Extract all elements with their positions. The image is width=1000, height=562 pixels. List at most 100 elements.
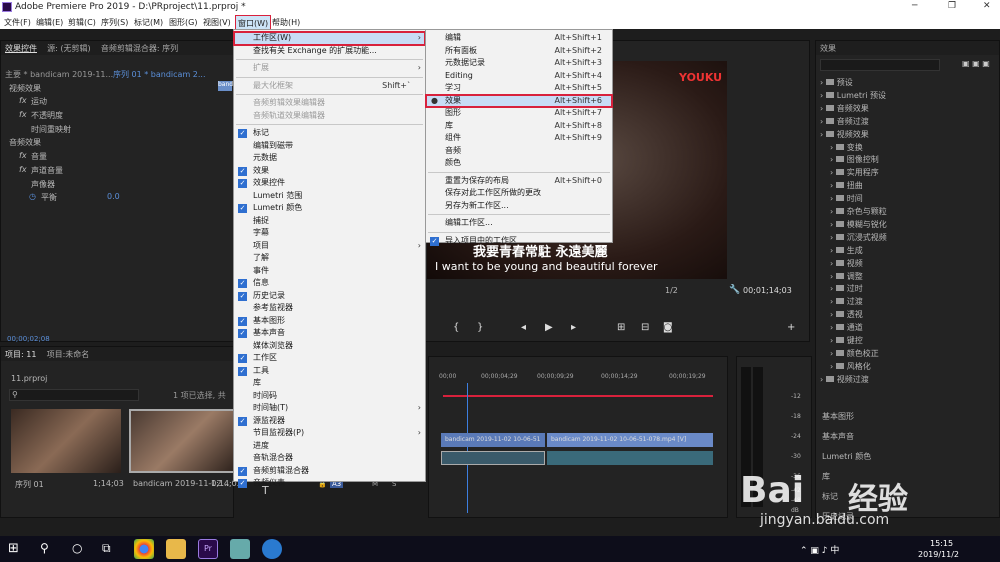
- effects-tree-item[interactable]: › 透视: [830, 309, 863, 320]
- time-remap-label[interactable]: 时间重映射: [31, 124, 71, 135]
- playhead[interactable]: [467, 383, 468, 513]
- tab-source[interactable]: 源: (无剪辑): [47, 44, 90, 53]
- window-menu-item[interactable]: 项目 ›: [234, 240, 425, 253]
- menu-file[interactable]: 文件(F): [4, 17, 31, 28]
- workspace-item[interactable]: 重置为保存的布局 Alt+Shift+0: [426, 175, 612, 188]
- effects-tree-item[interactable]: › 视频: [830, 258, 863, 269]
- bandicam-icon[interactable]: [262, 539, 282, 559]
- step-back-icon[interactable]: ◂: [521, 322, 526, 333]
- window-menu-item[interactable]: 了解: [234, 252, 425, 265]
- workspace-item[interactable]: 元数据记录 Alt+Shift+3: [426, 57, 612, 70]
- workspace-item[interactable]: 音频: [426, 145, 612, 158]
- effects-tree-item[interactable]: › 音频效果: [820, 103, 869, 114]
- window-menu-item[interactable]: 进度: [234, 440, 425, 453]
- menu-clip[interactable]: 剪辑(C): [68, 17, 96, 28]
- window-menu-item[interactable]: Lumetri 范围: [234, 190, 425, 203]
- window-menu-item[interactable]: 时间码: [234, 390, 425, 403]
- effects-tree-item[interactable]: › 过时: [830, 283, 863, 294]
- window-menu-item[interactable]: 库: [234, 377, 425, 390]
- audio-clip-2[interactable]: [547, 451, 713, 465]
- window-menu-item[interactable]: ✓ 基本声音: [234, 327, 425, 340]
- minimize-button[interactable]: ─: [912, 1, 917, 11]
- volume-label[interactable]: 音量: [31, 151, 47, 162]
- effects-tree-item[interactable]: › 时间: [830, 193, 863, 204]
- task-view-icon[interactable]: ⧉: [102, 541, 111, 556]
- effects-tree-item[interactable]: › 风格化: [830, 361, 871, 372]
- window-menu-item[interactable]: ✓ 基本图形: [234, 315, 425, 328]
- app-icon[interactable]: [230, 539, 250, 559]
- file-explorer-icon[interactable]: [166, 539, 186, 559]
- mark-out-icon[interactable]: }: [477, 322, 483, 333]
- window-menu-item[interactable]: ✓ 音频剪辑混合器: [234, 465, 425, 478]
- lift-icon[interactable]: ⊞: [617, 322, 625, 333]
- menu-edit[interactable]: 编辑(E): [36, 17, 63, 28]
- window-menu-item[interactable]: ✓ 音频仪表: [234, 477, 425, 490]
- close-button[interactable]: ✕: [983, 1, 991, 11]
- effects-tree-item[interactable]: › 视频过渡: [820, 374, 869, 385]
- panner-label[interactable]: 声像器: [31, 179, 55, 190]
- effects-tree-item[interactable]: › 实用程序: [830, 167, 879, 178]
- effects-tree-item[interactable]: › 模糊与锐化: [830, 219, 887, 230]
- opacity-label[interactable]: 不透明度: [31, 110, 63, 121]
- tab-project[interactable]: 项目: 11: [5, 350, 36, 359]
- workspace-item[interactable]: 另存为新工作区...: [426, 200, 612, 213]
- chrome-icon[interactable]: [134, 539, 154, 559]
- menu-graphics[interactable]: 图形(G): [169, 17, 197, 28]
- window-menu-item[interactable]: 事件: [234, 265, 425, 278]
- project-search-input[interactable]: ⚲: [9, 389, 139, 401]
- effects-tree-item[interactable]: › 杂色与颗粒: [830, 206, 887, 217]
- window-menu-item[interactable]: ✓ 历史记录: [234, 290, 425, 303]
- effects-tree-item[interactable]: › 通道: [830, 322, 863, 333]
- effects-tree-item[interactable]: › 过渡: [830, 296, 863, 307]
- window-menu-item[interactable]: ✓ 工具: [234, 365, 425, 378]
- effects-tree-item[interactable]: › 扭曲: [830, 180, 863, 191]
- ec-timecode[interactable]: 00;00;02;08: [7, 335, 50, 343]
- window-menu-item[interactable]: 工作区(W) ›: [233, 31, 426, 46]
- effects-view-icons[interactable]: ▣ ▣ ▣: [962, 59, 990, 68]
- lumetri-color-label[interactable]: Lumetri 颜色: [822, 451, 871, 462]
- window-menu-item[interactable]: ✓ Lumetri 颜色: [234, 202, 425, 215]
- libraries-label[interactable]: 库: [822, 471, 830, 482]
- workspace-item[interactable]: Editing Alt+Shift+4: [426, 70, 612, 83]
- premiere-taskbar-icon[interactable]: Pr: [198, 539, 218, 559]
- workspace-item[interactable]: 组件 Alt+Shift+9: [426, 132, 612, 145]
- effects-tree-item[interactable]: › 颜色校正: [830, 348, 879, 359]
- essential-sound-label[interactable]: 基本声音: [822, 431, 854, 442]
- window-menu-item[interactable]: 编辑到磁带: [234, 140, 425, 153]
- markers-label[interactable]: 标记: [822, 491, 838, 502]
- windows-start-icon[interactable]: ⊞: [8, 541, 19, 556]
- workspace-item[interactable]: ● 效果 Alt+Shift+6: [425, 93, 613, 108]
- window-menu-item[interactable]: 媒体浏览器: [234, 340, 425, 353]
- effects-tree-item[interactable]: › 调整: [830, 271, 863, 282]
- effects-tree-item[interactable]: › 图像控制: [830, 154, 879, 165]
- maximize-button[interactable]: ❐: [948, 1, 956, 11]
- menu-help[interactable]: 帮助(H): [272, 17, 300, 28]
- search-icon[interactable]: ⚲: [40, 541, 49, 555]
- window-menu-item[interactable]: 音轨混合器: [234, 452, 425, 465]
- tab-project-untitled[interactable]: 项目:未命名: [47, 350, 90, 359]
- add-button-icon[interactable]: +: [787, 322, 795, 333]
- window-menu-item[interactable]: 字幕: [234, 227, 425, 240]
- workspace-item[interactable]: 图形 Alt+Shift+7: [426, 107, 612, 120]
- window-menu-item[interactable]: 查找有关 Exchange 的扩展功能...: [234, 45, 425, 58]
- audio-clip-1[interactable]: [441, 451, 545, 465]
- program-timecode[interactable]: 00;01;14;03: [743, 286, 792, 295]
- tab-audio-clip-mixer[interactable]: 音频剪辑混合器: 序列: [101, 44, 178, 53]
- workspace-item[interactable]: 所有面板 Alt+Shift+2: [426, 45, 612, 58]
- tab-effect-controls[interactable]: 效果控件: [5, 44, 37, 53]
- window-menu-item[interactable]: 节目监视器(P) ›: [234, 427, 425, 440]
- time-ruler[interactable]: 00;00 00;00;04;29 00;00;09;29 00;00;14;2…: [429, 373, 727, 383]
- essential-graphics-label[interactable]: 基本图形: [822, 411, 854, 422]
- video-clip-1[interactable]: bandicam 2019-11-02 10-06-51: [441, 433, 545, 447]
- workspace-item[interactable]: 编辑 Alt+Shift+1: [426, 32, 612, 45]
- window-menu-item[interactable]: 元数据: [234, 152, 425, 165]
- window-menu-item[interactable]: ✓ 效果控件: [234, 177, 425, 190]
- camera-icon[interactable]: ◙: [663, 322, 673, 333]
- wrench-icon[interactable]: 🔧: [729, 285, 740, 295]
- effects-tree-item[interactable]: › 视频效果: [820, 129, 869, 140]
- effects-tree-item[interactable]: › 变换: [830, 142, 863, 153]
- menu-markers[interactable]: 标记(M): [134, 17, 163, 28]
- play-icon[interactable]: ▶: [545, 322, 553, 333]
- effects-search-input[interactable]: [820, 59, 940, 71]
- extract-icon[interactable]: ⊟: [641, 322, 649, 333]
